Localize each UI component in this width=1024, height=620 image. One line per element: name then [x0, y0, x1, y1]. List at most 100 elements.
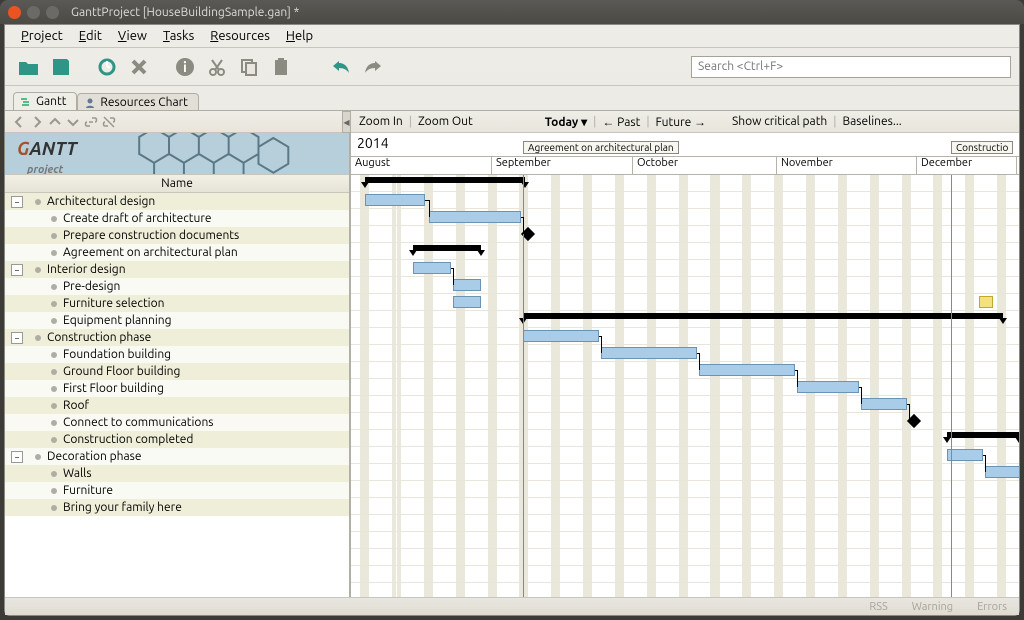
menu-help[interactable]: Help	[278, 27, 321, 45]
task-bar[interactable]	[365, 194, 425, 206]
task-row[interactable]: −Architectural design	[5, 193, 349, 210]
future-button[interactable]: Future →	[656, 115, 706, 129]
task-row[interactable]: Equipment planning	[5, 312, 349, 329]
task-row[interactable]: Prepare construction documents	[5, 227, 349, 244]
minimize-window-button[interactable]	[27, 6, 40, 19]
task-row[interactable]: Furniture	[5, 482, 349, 499]
grid-row	[351, 396, 1019, 413]
bullet-icon	[35, 267, 41, 273]
link-icon[interactable]	[83, 114, 99, 130]
refresh-icon[interactable]	[95, 55, 119, 79]
task-bar[interactable]	[985, 466, 1019, 478]
status-warning[interactable]: Warning	[912, 601, 953, 613]
tab-gantt[interactable]: Gantt	[13, 92, 77, 110]
arrow-left-icon[interactable]	[11, 114, 27, 130]
critical-path-button[interactable]: Show critical path	[732, 115, 827, 128]
status-rss[interactable]: RSS	[869, 601, 887, 613]
undo-icon[interactable]	[329, 55, 353, 79]
note-icon[interactable]	[979, 296, 993, 308]
arrow-down-icon[interactable]	[65, 114, 81, 130]
save-icon[interactable]	[49, 55, 73, 79]
menu-resources[interactable]: Resources	[202, 27, 278, 45]
menu-project[interactable]: Project	[13, 27, 71, 45]
task-row[interactable]: Pre-design	[5, 278, 349, 295]
open-icon[interactable]	[17, 55, 41, 79]
info-icon[interactable]: i	[173, 55, 197, 79]
task-tree[interactable]: −Architectural designCreate draft of arc…	[5, 193, 349, 597]
status-errors[interactable]: Errors	[977, 601, 1007, 613]
dependency-line	[699, 353, 700, 370]
today-button[interactable]: Today ▾	[545, 115, 587, 129]
task-bar[interactable]	[601, 347, 697, 359]
bullet-icon	[51, 386, 57, 392]
summary-bar[interactable]	[523, 313, 1003, 319]
zoom-out-button[interactable]: Zoom Out	[418, 115, 473, 128]
task-bar[interactable]	[797, 381, 859, 393]
task-row[interactable]: −Decoration phase	[5, 448, 349, 465]
task-row[interactable]: Construction completed	[5, 431, 349, 448]
task-row[interactable]: Foundation building	[5, 346, 349, 363]
tab-resources[interactable]: Resources Chart	[77, 93, 198, 111]
summary-bar[interactable]	[413, 245, 481, 251]
task-bar[interactable]	[429, 211, 521, 223]
expand-toggle[interactable]: −	[11, 264, 23, 276]
column-header-name[interactable]: Name	[5, 175, 349, 193]
task-row[interactable]: Agreement on architectural plan	[5, 244, 349, 261]
bullet-icon	[51, 505, 57, 511]
task-bar[interactable]	[947, 449, 983, 461]
bullet-icon	[51, 284, 57, 290]
grid-row	[351, 498, 1019, 515]
cut-icon[interactable]	[205, 55, 229, 79]
menu-edit[interactable]: Edit	[71, 27, 110, 45]
marker-agreement: Agreement on architectural plan	[523, 141, 679, 154]
task-row[interactable]: Connect to communications	[5, 414, 349, 431]
task-row[interactable]: Create draft of architecture	[5, 210, 349, 227]
task-bar[interactable]	[523, 330, 599, 342]
task-row[interactable]: Ground Floor building	[5, 363, 349, 380]
redo-icon[interactable]	[361, 55, 385, 79]
copy-icon[interactable]	[237, 55, 261, 79]
search-input[interactable]	[691, 56, 1011, 78]
bullet-icon	[51, 437, 57, 443]
task-row[interactable]: Bring your family here	[5, 499, 349, 516]
month-header: December	[917, 157, 1017, 174]
unlink-icon[interactable]	[101, 114, 117, 130]
gantt-chart-body[interactable]	[351, 175, 1019, 597]
summary-bar[interactable]	[365, 177, 525, 183]
close-window-button[interactable]	[8, 6, 21, 19]
task-row[interactable]: −Interior design	[5, 261, 349, 278]
arrow-right-icon[interactable]	[29, 114, 45, 130]
past-button[interactable]: ← Past	[602, 115, 640, 129]
arrow-up-icon[interactable]	[47, 114, 63, 130]
task-bar[interactable]	[861, 398, 907, 410]
menubar: Project Edit View Tasks Resources Help	[5, 25, 1019, 48]
task-row[interactable]: Furniture selection	[5, 295, 349, 312]
paste-icon[interactable]	[269, 55, 293, 79]
panel-splitter[interactable]: ◀	[342, 111, 351, 133]
task-row[interactable]: Walls	[5, 465, 349, 482]
menu-tasks[interactable]: Tasks	[155, 27, 202, 45]
grid-row	[351, 464, 1019, 481]
menu-view[interactable]: View	[110, 27, 155, 45]
expand-toggle[interactable]: −	[11, 451, 23, 463]
task-bar[interactable]	[413, 262, 451, 274]
grid-row	[351, 277, 1019, 294]
task-label: Ground Floor building	[63, 365, 180, 378]
delete-icon[interactable]	[127, 55, 151, 79]
task-row[interactable]: −Construction phase	[5, 329, 349, 346]
task-bar[interactable]	[453, 279, 481, 291]
expand-toggle[interactable]: −	[11, 332, 23, 344]
task-row[interactable]: First Floor building	[5, 380, 349, 397]
grid-row	[351, 583, 1019, 597]
summary-bar[interactable]	[947, 432, 1019, 438]
task-label: First Floor building	[63, 382, 164, 395]
bullet-icon	[51, 403, 57, 409]
task-bar[interactable]	[453, 296, 481, 308]
maximize-window-button[interactable]	[46, 6, 59, 19]
task-bar[interactable]	[699, 364, 795, 376]
task-row[interactable]: Roof	[5, 397, 349, 414]
expand-toggle[interactable]: −	[11, 196, 23, 208]
baselines-button[interactable]: Baselines...	[843, 115, 902, 128]
zoom-in-button[interactable]: Zoom In	[359, 115, 403, 128]
view-tabs: Gantt Resources Chart	[5, 86, 1019, 110]
